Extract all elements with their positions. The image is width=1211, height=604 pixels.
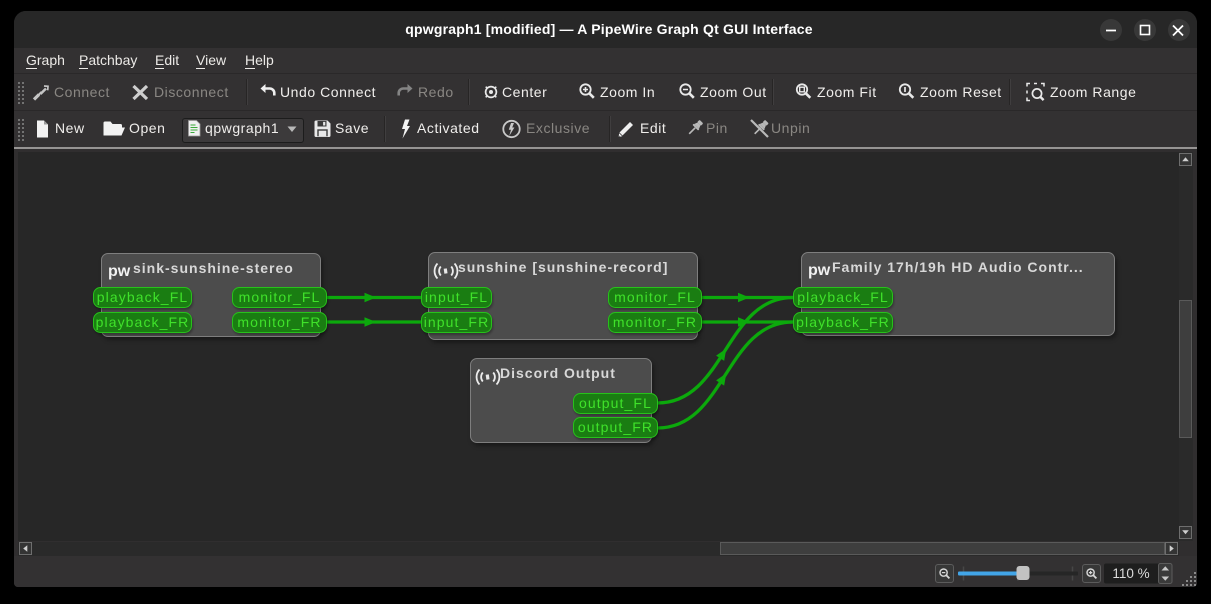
svg-text:pw: pw <box>108 263 131 280</box>
svg-text:110 %: 110 % <box>1112 566 1149 581</box>
svg-text:pw: pw <box>808 262 831 279</box>
